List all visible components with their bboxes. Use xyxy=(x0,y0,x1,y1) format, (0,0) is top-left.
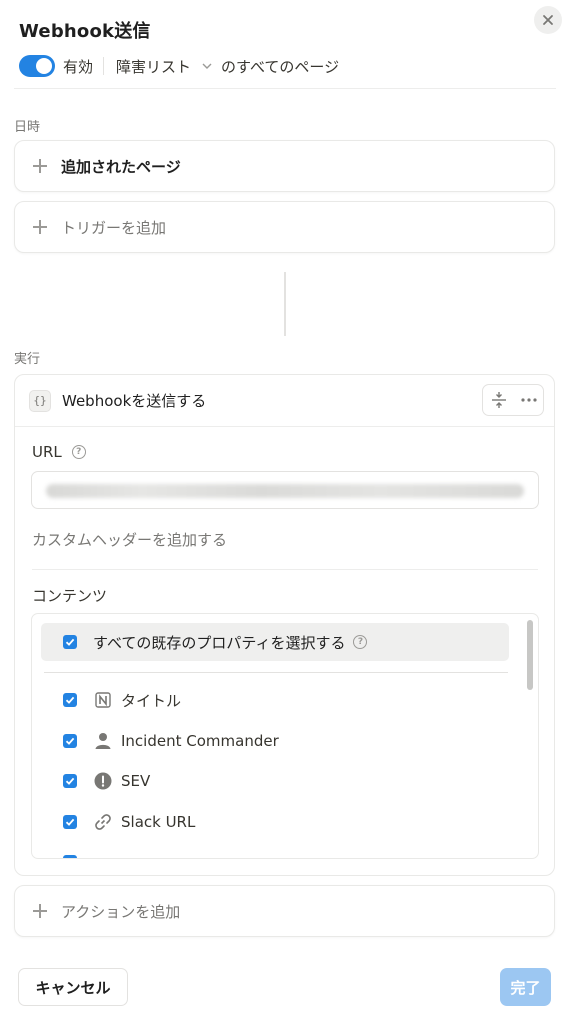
select-all-row[interactable]: すべての既存のプロパティを選択する ? xyxy=(41,623,509,661)
property-label: タイトル xyxy=(121,691,182,710)
checkbox[interactable] xyxy=(63,734,77,748)
more-icon[interactable] xyxy=(520,398,537,402)
add-trigger-button[interactable]: トリガーを追加 xyxy=(14,201,555,253)
checkbox[interactable] xyxy=(63,815,77,829)
enabled-toggle[interactable] xyxy=(19,55,55,77)
property-row-partial[interactable] xyxy=(63,850,77,858)
action-title: Webhookを送信する xyxy=(62,392,207,410)
property-row[interactable]: SEV xyxy=(63,769,150,793)
select-all-label: すべての既存のプロパティを選択する xyxy=(93,633,346,652)
scrollbar[interactable] xyxy=(527,620,533,690)
checkbox[interactable] xyxy=(63,693,77,707)
property-label: Slack URL xyxy=(121,813,196,831)
action-header: {} Webhookを送信する xyxy=(15,375,554,427)
collapse-icon[interactable] xyxy=(490,391,508,409)
notion-icon xyxy=(93,690,113,710)
property-label: SEV xyxy=(121,772,151,790)
help-icon[interactable]: ? xyxy=(71,445,86,459)
link-icon xyxy=(93,812,113,832)
help-icon[interactable]: ? xyxy=(353,635,368,649)
redacted-url xyxy=(46,484,524,498)
property-row[interactable]: Slack URL xyxy=(63,810,195,834)
checkbox[interactable] xyxy=(63,635,77,649)
close-icon xyxy=(543,15,553,25)
property-list: すべての既存のプロパティを選択する ? タイトル Incident Comman… xyxy=(31,613,539,859)
braces-icon: {} xyxy=(29,389,51,412)
trigger-label: 追加されたページ xyxy=(61,157,181,176)
add-trigger-label: トリガーを追加 xyxy=(61,218,167,237)
plus-icon xyxy=(33,159,47,173)
divider xyxy=(14,88,556,89)
trigger-card[interactable]: 追加されたページ xyxy=(14,140,555,192)
flow-connector xyxy=(284,272,286,336)
close-button[interactable] xyxy=(534,6,562,34)
add-action-button[interactable]: アクションを追加 xyxy=(14,885,555,937)
add-action-label: アクションを追加 xyxy=(61,902,181,921)
status-row: 有効 障害リスト のすべてのページ xyxy=(19,54,339,78)
plus-icon xyxy=(33,904,47,918)
exclamation-icon xyxy=(93,771,113,791)
action-section-label: 実行 xyxy=(14,352,41,367)
plus-icon xyxy=(33,220,47,234)
url-label: URL ? xyxy=(32,443,86,461)
database-selector[interactable]: 障害リスト xyxy=(116,56,213,77)
scope-suffix: のすべてのページ xyxy=(221,57,340,76)
property-row[interactable]: Incident Commander xyxy=(63,729,279,753)
add-custom-header-link[interactable]: カスタムヘッダーを追加する xyxy=(32,529,227,550)
database-name: 障害リスト xyxy=(116,57,192,76)
webhook-action-card: {} Webhookを送信する URL ? カスタムヘッダーを追加する コンテン… xyxy=(14,374,555,876)
property-label: Incident Commander xyxy=(121,732,279,750)
checkbox[interactable] xyxy=(63,774,77,788)
url-input[interactable] xyxy=(31,471,539,509)
content-label: コンテンツ xyxy=(32,587,108,605)
enabled-label: 有効 xyxy=(63,57,94,76)
done-button[interactable]: 完了 xyxy=(500,968,551,1006)
trigger-section-label: 日時 xyxy=(14,120,41,135)
checkbox[interactable] xyxy=(63,855,77,858)
chevron-down-icon xyxy=(202,63,212,69)
action-toolbar xyxy=(482,384,544,416)
dialog-title: Webhook送信 xyxy=(19,21,151,42)
person-icon xyxy=(93,731,113,751)
property-row[interactable]: タイトル xyxy=(63,688,181,712)
cancel-button[interactable]: キャンセル xyxy=(18,968,128,1006)
